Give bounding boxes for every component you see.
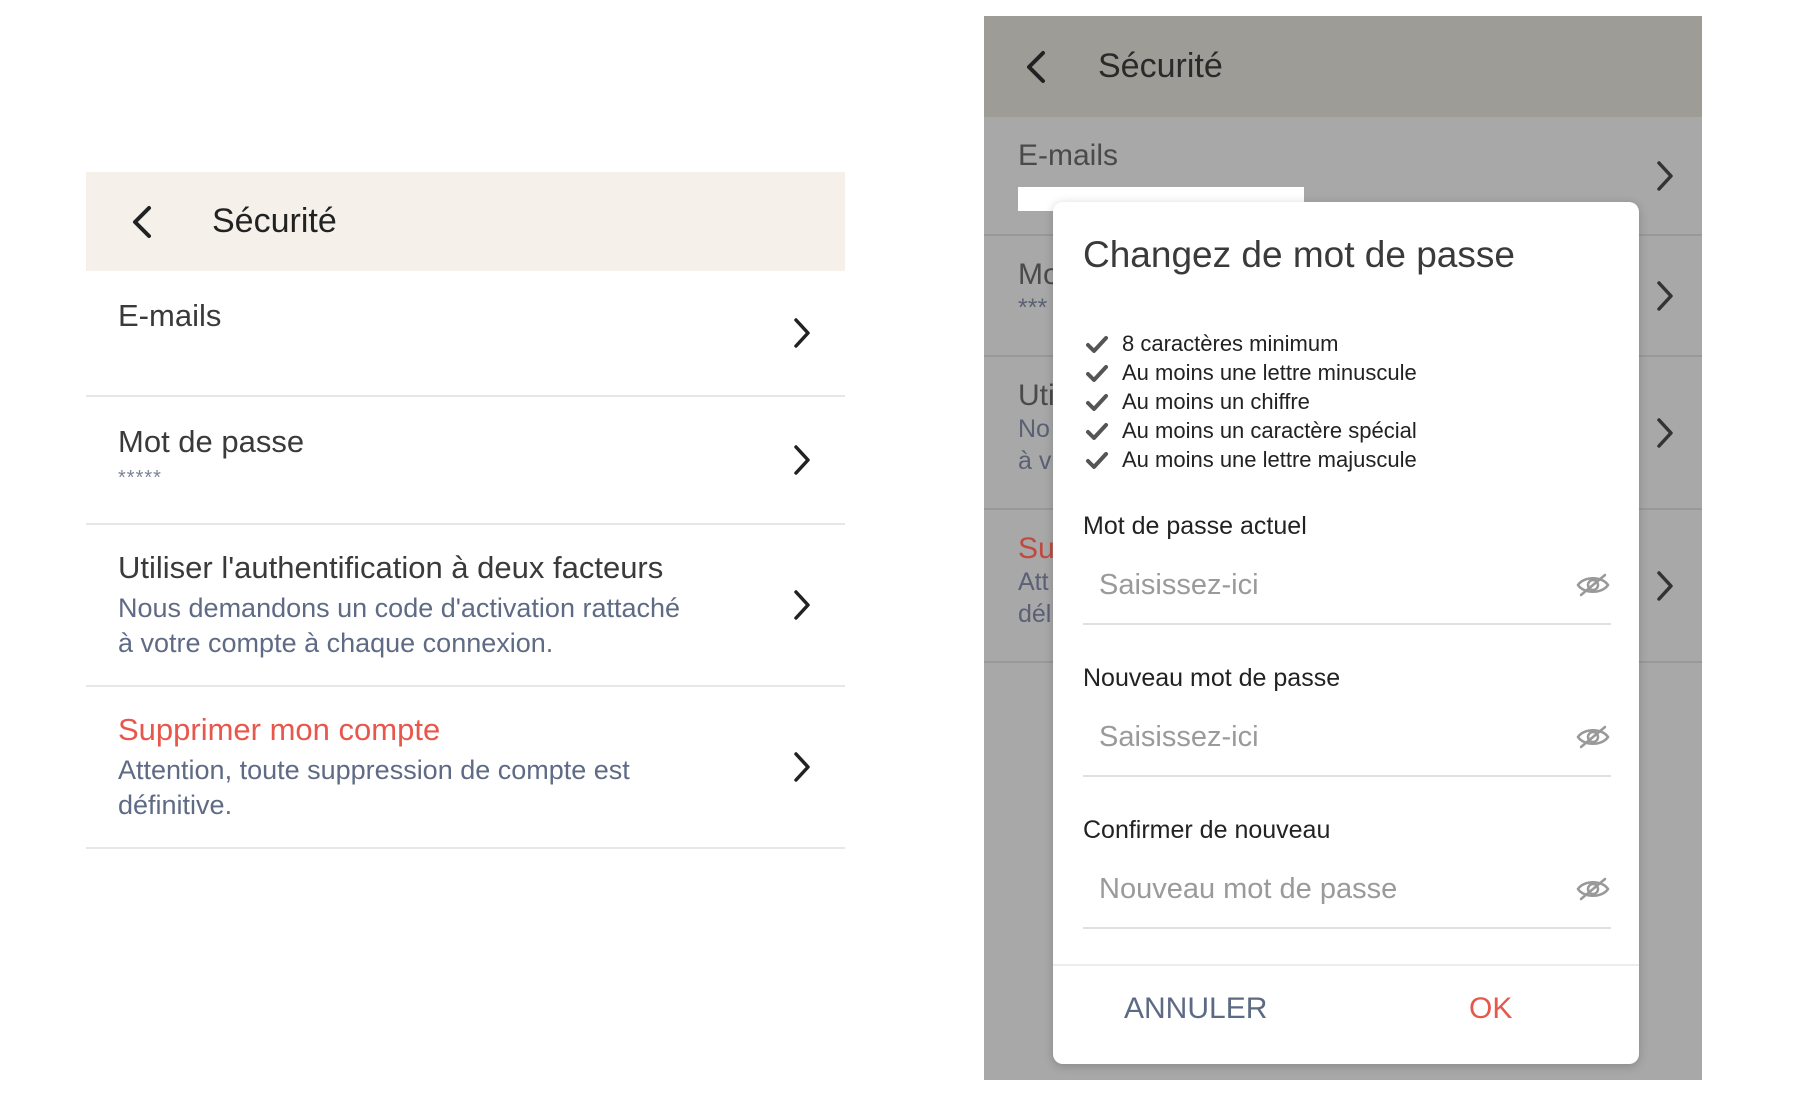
chevron-left-icon — [1027, 50, 1045, 83]
security-screen: Sécurité E-mails Mot de passe ***** Util… — [86, 172, 845, 852]
cancel-button[interactable]: ANNULER — [1124, 992, 1267, 1026]
requirement-item: Au moins un chiffre — [1083, 387, 1417, 416]
requirement-text: Au moins un caractère spécial — [1122, 417, 1417, 443]
field-label: Nouveau mot de passe — [1083, 664, 1341, 692]
top-app-bar: Sécurité — [86, 172, 845, 271]
check-icon — [1083, 390, 1111, 414]
page-title: Sécurité — [212, 202, 337, 240]
row-subtitle-line: Attention, toute suppression de compte e… — [118, 755, 630, 785]
top-app-bar: Sécurité — [984, 16, 1702, 117]
eye-off-icon[interactable] — [1575, 567, 1611, 603]
row-title: Utiliser l'authentification à deux facte… — [118, 550, 664, 585]
back-button[interactable] — [114, 194, 170, 250]
chevron-right-icon — [787, 747, 817, 787]
back-button[interactable] — [1008, 39, 1064, 95]
dialog-title: Changez de mot de passe — [1083, 234, 1515, 275]
row-subtitle-line: Nous demandons un code d'activation ratt… — [118, 593, 681, 623]
requirement-item: Au moins une lettre majuscule — [1083, 445, 1417, 474]
chevron-left-icon — [133, 205, 151, 238]
check-icon — [1083, 361, 1111, 385]
change-password-dialog: Changez de mot de passe 8 caractères min… — [1053, 202, 1639, 1064]
chevron-right-icon — [1650, 413, 1680, 453]
password-requirements: 8 caractères minimum Au moins une lettre… — [1083, 329, 1417, 474]
confirm-password-field: Confirmer de nouveau — [1083, 816, 1611, 929]
chevron-right-icon — [787, 440, 817, 480]
requirement-text: Au moins une lettre minuscule — [1122, 359, 1417, 385]
requirement-text: Au moins un chiffre — [1122, 388, 1310, 414]
confirm-password-input[interactable] — [1083, 859, 1543, 919]
chevron-right-icon — [1650, 156, 1680, 196]
row-title: Supprimer mon compte — [118, 712, 441, 747]
input-wrapper — [1083, 707, 1611, 777]
row-subtitle: Nous demandons un code d'activation ratt… — [118, 591, 746, 661]
chevron-right-icon — [787, 585, 817, 625]
settings-row-emails[interactable]: E-mails — [86, 271, 845, 397]
row-subtitle-line: à votre compte à chaque connexion. — [118, 628, 554, 658]
row-subtitle: Attention, toute suppression de compte e… — [118, 753, 746, 823]
password-mask: ***** — [118, 467, 162, 489]
settings-row-two-factor[interactable]: Utiliser l'authentification à deux facte… — [86, 525, 845, 687]
requirement-item: Au moins un caractère spécial — [1083, 416, 1417, 445]
row-subtitle-line: définitive. — [118, 790, 233, 820]
settings-row-delete-account[interactable]: Supprimer mon compte Attention, toute su… — [86, 687, 845, 849]
input-wrapper — [1083, 555, 1611, 625]
eye-off-icon[interactable] — [1575, 719, 1611, 755]
new-password-field: Nouveau mot de passe — [1083, 664, 1611, 777]
current-password-field: Mot de passe actuel — [1083, 512, 1611, 625]
field-label: Mot de passe actuel — [1083, 512, 1307, 540]
security-screen-with-dialog: Sécurité E-mails Mo *** Uti No à v Su At… — [984, 16, 1702, 1080]
eye-off-icon[interactable] — [1575, 871, 1611, 907]
field-label: Confirmer de nouveau — [1083, 816, 1331, 844]
chevron-right-icon — [1650, 566, 1680, 606]
page-title: Sécurité — [1098, 47, 1223, 85]
requirement-item: 8 caractères minimum — [1083, 329, 1417, 358]
chevron-right-icon — [787, 313, 817, 353]
chevron-right-icon — [1650, 276, 1680, 316]
new-password-input[interactable] — [1083, 707, 1543, 767]
ok-button[interactable]: OK — [1469, 992, 1512, 1026]
requirement-text: 8 caractères minimum — [1122, 330, 1339, 356]
row-title: E-mails — [118, 298, 222, 333]
check-icon — [1083, 448, 1111, 472]
settings-row-password[interactable]: Mot de passe ***** — [86, 397, 845, 525]
row-title: E-mails — [1018, 139, 1119, 172]
check-icon — [1083, 419, 1111, 443]
requirement-item: Au moins une lettre minuscule — [1083, 358, 1417, 387]
divider — [1053, 964, 1639, 966]
check-icon — [1083, 332, 1111, 356]
requirement-text: Au moins une lettre majuscule — [1122, 446, 1417, 472]
input-wrapper — [1083, 859, 1611, 929]
current-password-input[interactable] — [1083, 555, 1543, 615]
row-title: Mot de passe — [118, 424, 305, 459]
